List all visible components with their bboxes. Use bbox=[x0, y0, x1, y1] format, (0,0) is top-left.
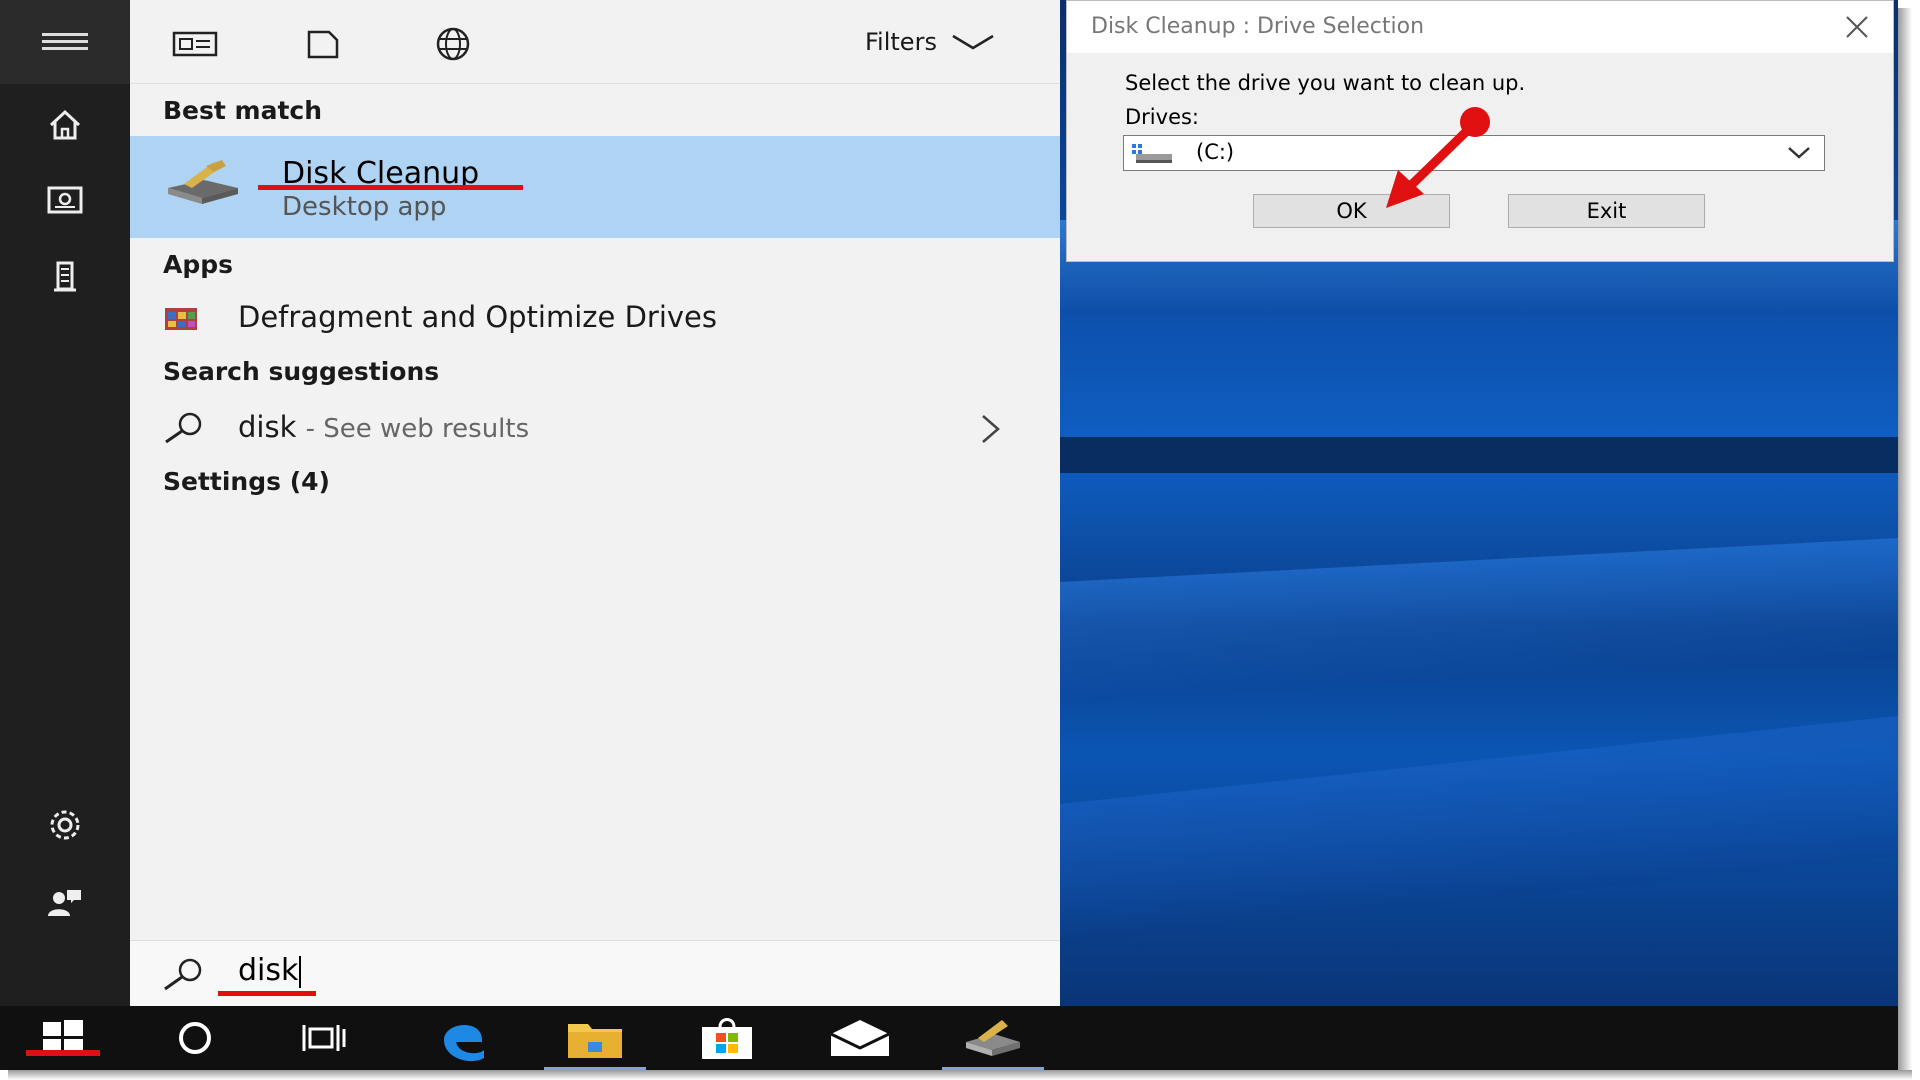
annotation-underline bbox=[218, 991, 316, 996]
apps-filter-icon[interactable] bbox=[170, 24, 220, 64]
annotation-underline bbox=[26, 1050, 100, 1056]
settings-heading[interactable]: Settings (4) bbox=[163, 467, 330, 496]
start-rail bbox=[0, 0, 130, 1006]
dialog-titlebar[interactable]: Disk Cleanup : Drive Selection bbox=[1067, 1, 1893, 53]
best-match-heading: Best match bbox=[163, 96, 323, 125]
menu-icon[interactable] bbox=[0, 0, 130, 84]
frame-shadow bbox=[1898, 8, 1912, 1074]
taskbar bbox=[0, 1006, 1898, 1070]
filters-label: Filters bbox=[865, 28, 937, 56]
drive-select-value: (C:) bbox=[1196, 140, 1235, 164]
search-icon bbox=[164, 958, 202, 991]
exit-button[interactable]: Exit bbox=[1508, 194, 1705, 228]
web-suggestion-item[interactable]: disk - See web results bbox=[130, 400, 1060, 456]
search-icon bbox=[165, 412, 202, 444]
best-match-item[interactable]: Disk Cleanup Desktop app bbox=[130, 136, 1060, 238]
screen: Filters Best match Disk Cleanup Desktop … bbox=[0, 0, 1920, 1080]
annotation-arrow bbox=[1386, 107, 1490, 208]
defragment-icon bbox=[165, 308, 197, 330]
document-filter-icon[interactable] bbox=[298, 24, 348, 64]
dialog-title: Disk Cleanup : Drive Selection bbox=[1091, 14, 1425, 39]
drives-label: Drives: bbox=[1125, 105, 1200, 129]
drive-icon bbox=[1132, 144, 1172, 163]
task-view-icon[interactable] bbox=[270, 1006, 380, 1070]
dialog-prompt: Select the drive you want to clean up. bbox=[1125, 71, 1526, 95]
edge-icon[interactable] bbox=[408, 1006, 518, 1070]
windows-start-icon[interactable] bbox=[8, 1006, 118, 1070]
filters-dropdown[interactable]: Filters bbox=[865, 28, 995, 56]
documents-icon[interactable] bbox=[0, 170, 130, 230]
gear-icon[interactable] bbox=[0, 795, 130, 855]
chevron-down-icon bbox=[1788, 147, 1810, 159]
file-explorer-icon[interactable] bbox=[540, 1006, 650, 1070]
suggestion-query: disk bbox=[238, 410, 297, 444]
user-feedback-icon[interactable] bbox=[0, 872, 130, 932]
home-icon[interactable] bbox=[0, 95, 130, 155]
suggestion-suffix: - See web results bbox=[305, 414, 530, 444]
search-input[interactable]: disk bbox=[238, 953, 302, 988]
chevron-down-icon bbox=[952, 34, 994, 50]
chevron-right-icon bbox=[982, 415, 1000, 443]
mail-icon[interactable] bbox=[805, 1006, 915, 1070]
app-item-label: Defragment and Optimize Drives bbox=[238, 300, 717, 334]
annotation-underline bbox=[258, 185, 523, 190]
best-match-subtitle: Desktop app bbox=[282, 192, 447, 222]
disk-cleanup-icon[interactable] bbox=[938, 1006, 1048, 1070]
frame-shadow bbox=[8, 1070, 1912, 1080]
search-toolbar: Filters bbox=[130, 0, 1060, 84]
close-icon[interactable] bbox=[1841, 11, 1873, 43]
apps-heading: Apps bbox=[163, 250, 234, 279]
disk-cleanup-icon bbox=[168, 160, 238, 204]
app-item-defragment[interactable]: Defragment and Optimize Drives bbox=[130, 290, 1060, 346]
building-icon[interactable] bbox=[0, 247, 130, 307]
cortana-circle-icon[interactable] bbox=[140, 1006, 250, 1070]
search-panel: Filters Best match Disk Cleanup Desktop … bbox=[130, 0, 1060, 1006]
search-box[interactable]: disk bbox=[130, 940, 1060, 1006]
search-suggestions-heading: Search suggestions bbox=[163, 357, 440, 386]
web-filter-icon[interactable] bbox=[428, 24, 478, 64]
store-icon[interactable] bbox=[672, 1006, 782, 1070]
